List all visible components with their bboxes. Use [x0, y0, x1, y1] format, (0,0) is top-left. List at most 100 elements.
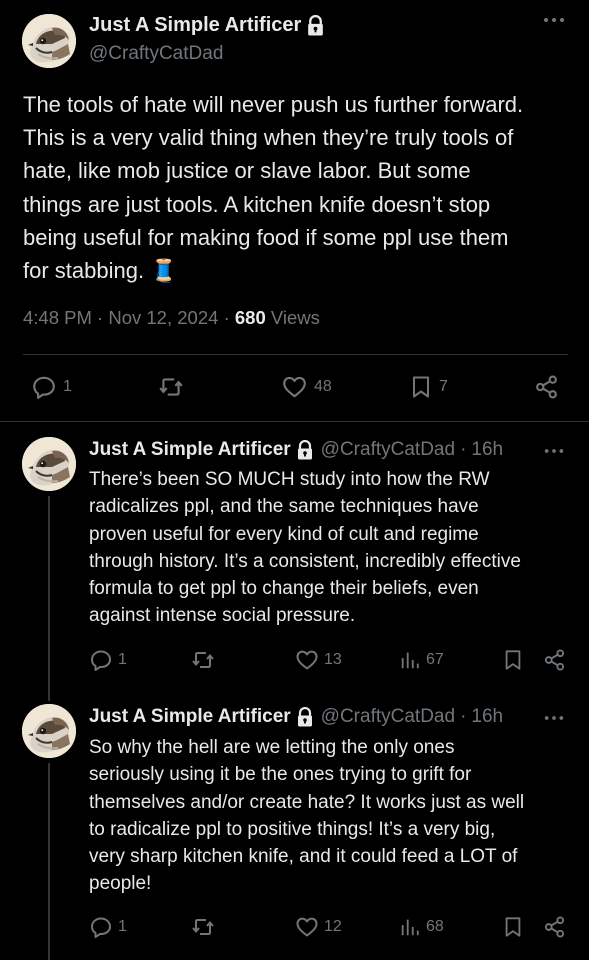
share-button[interactable]: [534, 374, 559, 400]
reply-text-line: through history. It’s a consistent, incr…: [89, 550, 521, 572]
tweet-text-line: hate, like mob justice or slave labor. B…: [23, 158, 471, 184]
heart-icon: [295, 648, 319, 672]
views-label: Views: [270, 307, 320, 328]
avatar-image: [22, 437, 76, 491]
views-icon: [399, 648, 421, 672]
reply-text-line: against intense social pressure.: [89, 605, 356, 627]
tweet-text-line-last: for stabbing.: [23, 258, 145, 284]
tweet-text-line: for stabbing. 🧵: [23, 254, 573, 288]
bookmark-button[interactable]: [502, 648, 524, 672]
reply-header: Just A Simple Artificer @CraftyCatDad · …: [89, 439, 503, 461]
tweet-text-line: things are just tools. A kitchen knife d…: [23, 191, 491, 217]
reply-text-line: to radicalize ppl to positive things! It…: [89, 818, 496, 840]
divider: [23, 354, 568, 355]
reply-time[interactable]: 16h: [471, 706, 503, 728]
divider: [0, 421, 589, 422]
more-icon[interactable]: [542, 16, 566, 24]
meta-separator: ·: [460, 439, 467, 460]
retweet-button[interactable]: [190, 648, 216, 672]
share-icon: [534, 374, 559, 400]
reply-count: 1: [63, 378, 72, 395]
retweet-icon: [190, 648, 216, 672]
avatar[interactable]: [22, 437, 76, 491]
reply-text-line: very sharp kitchen knife, and it could f…: [89, 846, 518, 868]
reply-header: Just A Simple Artificer @CraftyCatDad · …: [89, 706, 503, 728]
heart-icon: [281, 374, 308, 400]
retweet-icon: [157, 374, 185, 400]
reply-text-line: people!: [89, 873, 152, 895]
meta-separator: ·: [97, 307, 104, 328]
views-button[interactable]: 68: [399, 915, 444, 939]
reply-text-line: radicalizes ppl, and the same techniques…: [89, 496, 479, 518]
bookmark-count: 7: [439, 378, 448, 395]
share-icon: [543, 915, 566, 939]
thread-emoji: 🧵: [150, 259, 178, 285]
avatar-image: [22, 14, 76, 68]
reply-count: 1: [118, 651, 127, 668]
retweet-icon: [190, 915, 216, 939]
reply-icon: [89, 648, 113, 672]
retweet-button[interactable]: [157, 374, 185, 400]
display-name[interactable]: Just A Simple Artificer: [89, 706, 291, 728]
tweet-time[interactable]: 4:48 PM: [23, 307, 92, 328]
display-name[interactable]: Just A Simple Artificer: [89, 14, 324, 37]
handle[interactable]: @CraftyCatDad: [89, 43, 223, 65]
avatar[interactable]: [22, 14, 76, 68]
tweet-text: The tools of hate will never push us fur…: [23, 88, 573, 288]
reply-text-line: There’s been SO MUCH study into how the …: [89, 469, 490, 490]
lock-icon: [307, 15, 324, 36]
reply-text-line: formula to get ppl to change their belie…: [89, 578, 479, 600]
reply-time[interactable]: 16h: [471, 439, 503, 461]
bookmark-icon: [502, 648, 524, 672]
reply-text-line: seriously using it be the ones trying to…: [89, 764, 472, 786]
views-button[interactable]: 67: [399, 648, 444, 672]
like-button[interactable]: 13: [295, 648, 342, 672]
thread-line: [48, 496, 50, 701]
reply-count: 1: [118, 918, 127, 935]
reply-button[interactable]: 1: [89, 915, 127, 939]
views-count: 67: [426, 651, 444, 668]
tweet-date[interactable]: Nov 12, 2024: [108, 307, 218, 328]
reply-text-line: themselves and/or create hate? It works …: [89, 791, 525, 813]
tweet-text-line: This is a very valid thing when they’re …: [23, 125, 514, 151]
views-count: 68: [426, 918, 444, 935]
like-button[interactable]: 48: [281, 374, 332, 400]
heart-icon: [295, 915, 319, 939]
reply-icon: [89, 915, 113, 939]
meta-separator: ·: [460, 706, 467, 727]
meta-separator: ·: [223, 307, 230, 328]
reply-button[interactable]: 1: [31, 374, 72, 400]
tweet-text-line: The tools of hate will never push us fur…: [23, 92, 524, 117]
like-button[interactable]: 12: [295, 915, 342, 939]
share-button[interactable]: [543, 648, 566, 672]
reply-text: So why the hell are we letting the only …: [89, 734, 579, 898]
tweet-meta: 4:48 PM · Nov 12, 2024 · 680 Views: [23, 307, 320, 329]
retweet-button[interactable]: [190, 915, 216, 939]
bookmark-icon: [502, 915, 524, 939]
more-icon[interactable]: [543, 714, 565, 722]
views-count: 680: [234, 307, 266, 328]
handle[interactable]: @CraftyCatDad: [321, 706, 455, 728]
lock-icon: [297, 440, 313, 460]
share-button[interactable]: [543, 915, 566, 939]
views-icon: [399, 915, 421, 939]
thread-line: [48, 763, 50, 960]
display-name-text: Just A Simple Artificer: [89, 14, 302, 36]
more-icon[interactable]: [543, 447, 565, 455]
bookmark-button[interactable]: [502, 915, 524, 939]
handle[interactable]: @CraftyCatDad: [321, 439, 455, 461]
tweet-text-line: being useful for making food if some ppl…: [23, 224, 509, 250]
share-icon: [543, 648, 566, 672]
reply-text-line: proven useful for every kind of cult and…: [89, 523, 479, 545]
reply-button[interactable]: 1: [89, 648, 127, 672]
reply-text-line: So why the hell are we letting the only …: [89, 737, 455, 758]
like-count: 12: [324, 918, 342, 935]
bookmark-icon: [409, 374, 433, 400]
display-name[interactable]: Just A Simple Artificer: [89, 439, 291, 461]
avatar[interactable]: [22, 704, 76, 758]
bookmark-button[interactable]: 7: [409, 374, 448, 400]
reply-icon: [31, 374, 57, 400]
avatar-image: [22, 704, 76, 758]
reply-text: There’s been SO MUCH study into how the …: [89, 466, 579, 630]
like-count: 13: [324, 651, 342, 668]
